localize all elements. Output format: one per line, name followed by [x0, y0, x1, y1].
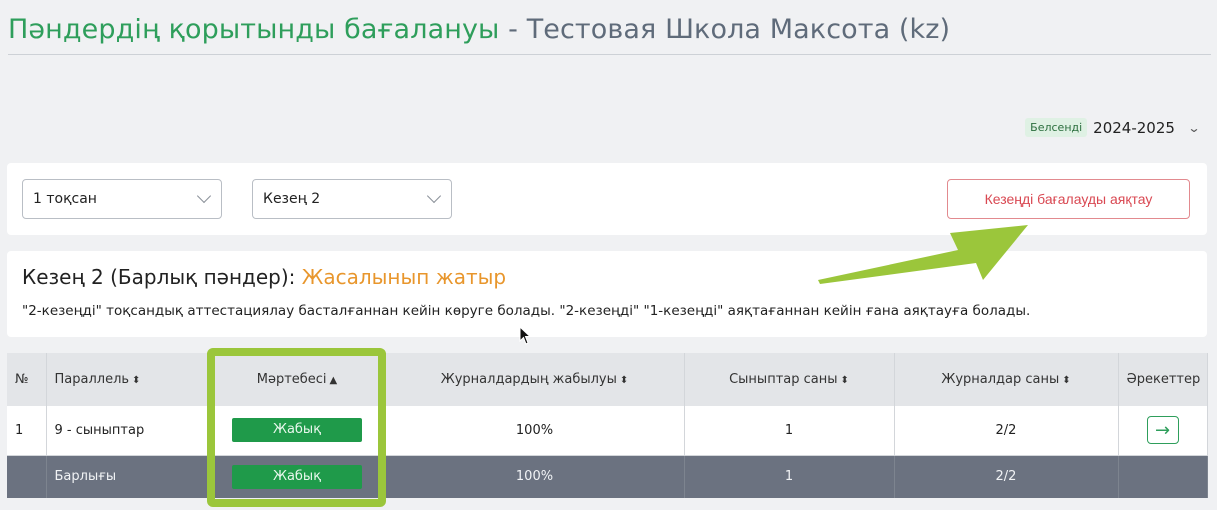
sort-icon[interactable]: ⬍ — [1062, 375, 1070, 386]
column-header-status[interactable]: Мәртебесі ▲ — [209, 353, 386, 406]
table-header-row: № Параллель ⬍ Мәртебесі ▲ Журналдардың жаб… — [7, 353, 1208, 406]
total-journals: 2/2 — [894, 455, 1119, 498]
period-select-value: Кезең 2 — [263, 191, 321, 207]
total-label: Барлығы — [46, 455, 210, 498]
cell-closure: 100% — [385, 406, 685, 456]
academic-year-value[interactable]: 2024-2025 — [1093, 119, 1175, 137]
chevron-down-icon — [196, 188, 212, 204]
chevron-down-icon — [426, 188, 442, 204]
arrow-right-icon[interactable]: → — [1146, 416, 1179, 445]
status-badge: Жабық — [232, 464, 362, 489]
sort-icon[interactable]: ⬍ — [620, 375, 628, 386]
table-total-row: Барлығы Жабық 100% 1 2/2 — [7, 455, 1208, 498]
period-select[interactable]: Кезең 2 — [252, 179, 452, 219]
grades-table: № Параллель ⬍ Мәртебесі ▲ Журналдардың жаб… — [7, 353, 1208, 498]
annotation-arrow-icon — [818, 225, 1028, 284]
sort-icon[interactable]: ⬍ — [841, 375, 849, 386]
sort-icon[interactable]: ⬍ — [132, 375, 140, 386]
status-badge: Жабық — [232, 418, 362, 443]
total-classes: 1 — [684, 455, 895, 498]
title-divider — [8, 54, 1211, 55]
mouse-cursor-icon — [519, 326, 532, 345]
active-badge: Белсенді — [1025, 118, 1088, 137]
page-title-school: Тестовая Школа Максота (kz) — [526, 14, 951, 45]
cell-parallel: 9 - сыныптар — [46, 406, 210, 456]
column-header-classes[interactable]: Сыныптар саны ⬍ — [684, 353, 895, 406]
page-title-main: Пәндердің қорытынды бағалануы — [8, 14, 500, 45]
total-status-cell: Жабық — [209, 455, 386, 498]
page-title-separator: - — [499, 14, 527, 45]
sort-asc-icon[interactable]: ▲ — [330, 375, 338, 386]
chevron-down-icon[interactable]: ⌄ — [1187, 121, 1200, 135]
period-note: "2-кезеңді" тоқсандық аттестациялау баст… — [22, 303, 1031, 319]
column-header-journals[interactable]: Журналдар саны ⬍ — [894, 353, 1119, 406]
column-header-number: № — [7, 353, 47, 406]
period-heading-label: Кезең 2 (Барлық пәндер): — [22, 265, 296, 289]
cell-classes: 1 — [684, 406, 895, 456]
table-row: 1 9 - сыныптар Жабық 100% 1 2/2 → — [7, 406, 1208, 456]
quarter-select[interactable]: 1 тоқсан — [22, 179, 222, 219]
column-header-closure[interactable]: Журналдардың жабылуы ⬍ — [385, 353, 685, 406]
cell-number: 1 — [7, 406, 47, 456]
total-closure: 100% — [385, 455, 685, 498]
column-header-actions: Әрекеттер — [1118, 353, 1208, 406]
academic-year-selector[interactable]: Белсенді 2024-2025 ⌄ — [1025, 118, 1201, 137]
total-number — [7, 455, 47, 498]
quarter-select-value: 1 тоқсан — [33, 191, 97, 207]
total-actions — [1118, 455, 1208, 498]
finish-period-button[interactable]: Кезеңді бағалауды аяқтау — [947, 179, 1190, 219]
period-heading: Кезең 2 (Барлық пәндер): Жасалынып жатыр — [22, 265, 506, 289]
cell-actions: → — [1118, 406, 1208, 456]
column-header-parallel[interactable]: Параллель ⬍ — [46, 353, 210, 406]
cell-status: Жабық — [209, 406, 386, 456]
cell-journals: 2/2 — [894, 406, 1119, 456]
period-status: Жасалынып жатыр — [301, 265, 507, 289]
page-title: Пәндердің қорытынды бағалануы - Тестовая… — [8, 14, 950, 45]
